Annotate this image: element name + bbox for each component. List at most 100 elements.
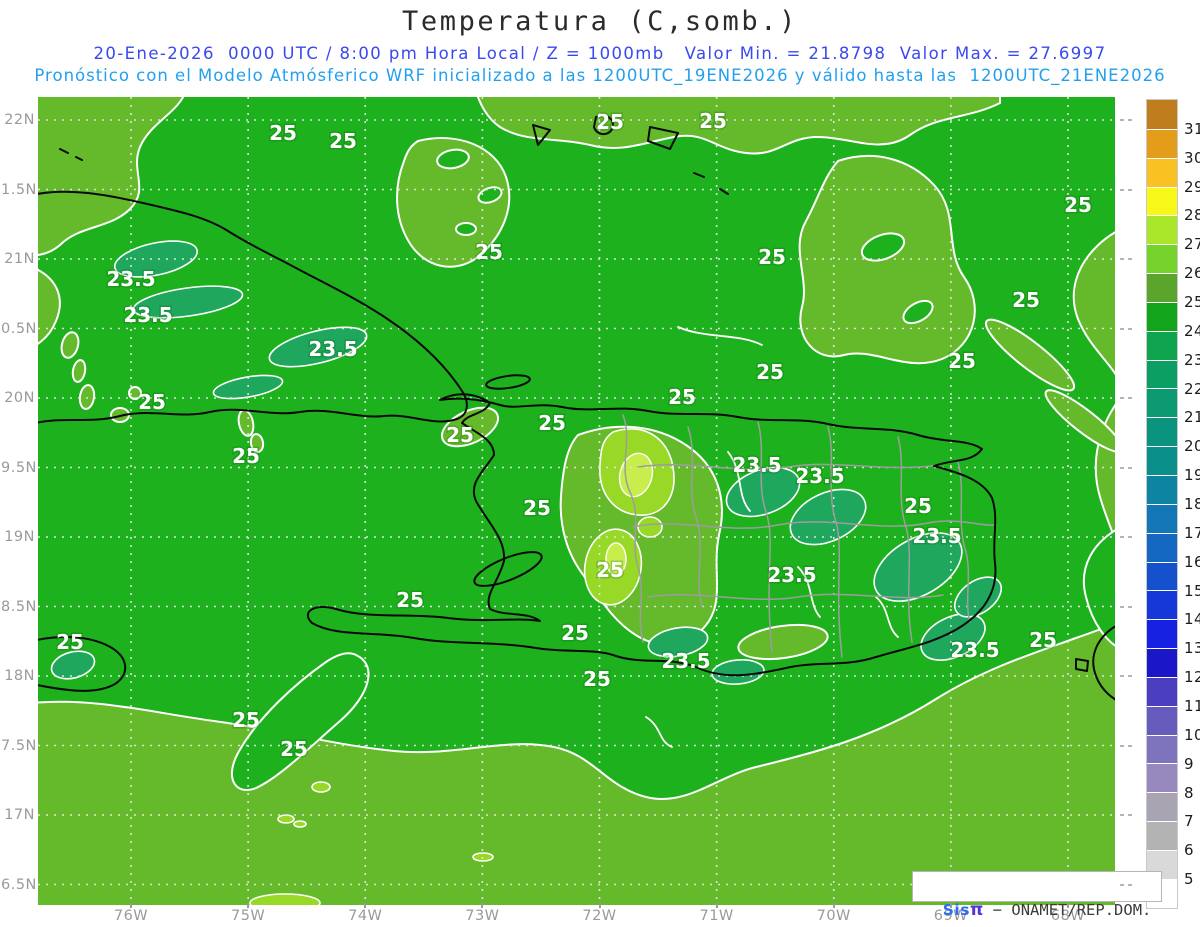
temperature-contour-map: 25 25 25 25 25 25 25 25 25 25 25 25 25 25 25 25 25 25 25 25…	[38, 97, 1115, 905]
contour-value-label: 25	[232, 444, 260, 468]
contour-value-label: 23.5	[123, 303, 172, 327]
colorbar-cell	[1147, 474, 1177, 504]
colorbar-cell	[1147, 359, 1177, 389]
watermark-separator: −	[983, 901, 1012, 919]
lon-tick-mark	[598, 903, 601, 908]
contour-value-label: 25	[396, 588, 424, 612]
colorbar-tick-label: 9	[1184, 754, 1195, 773]
contour-value-label: 25	[561, 621, 589, 645]
watermark-brand: Sis	[942, 901, 970, 919]
lon-tick-label: 72W	[582, 908, 617, 924]
contour-value-label: 25	[904, 494, 932, 518]
lon-tick-label: 71W	[699, 908, 734, 924]
colorbar-cell	[1147, 590, 1177, 620]
contour-value-label: 25	[329, 129, 357, 153]
lat-tick-mark	[1128, 536, 1132, 538]
lat-tick-mark	[1120, 397, 1124, 399]
colorbar-tick-label: 17	[1184, 523, 1200, 542]
colorbar-cell	[1147, 648, 1177, 677]
lat-tick-mark	[1120, 814, 1124, 816]
contour-value-label: 23.5	[767, 563, 816, 587]
page-title: Temperatura (C,somb.)	[402, 6, 798, 37]
watermark-org: ONAMET/REP.DOM.	[1011, 901, 1152, 919]
colorbar-tick-label: 20	[1184, 437, 1200, 456]
lon-tick-mark	[364, 903, 367, 908]
lat-tick-mark	[1128, 675, 1132, 677]
lat-tick-label: 0.5N	[1, 320, 37, 337]
contour-value-label: 25	[1029, 628, 1057, 652]
contour-value-label: 25	[596, 110, 624, 134]
lat-tick-label: 18N	[4, 668, 35, 684]
lat-tick-label: 9.5N	[1, 459, 37, 476]
subtitle-line-2: Pronóstico con el Modelo Atmósferico WRF…	[34, 66, 1166, 85]
colorbar-cell	[1147, 100, 1177, 129]
lat-tick-mark	[1120, 883, 1124, 886]
colorbar-cell	[1147, 446, 1177, 475]
contour-value-label: 25	[1064, 193, 1092, 217]
lat-tick-mark	[1128, 466, 1132, 469]
colorbar-tick-label: 6	[1184, 841, 1195, 860]
colorbar-tick-label: 18	[1184, 495, 1200, 513]
weather-map-page: Temperatura (C,somb.) 20-Ene-2026 0000 U…	[0, 0, 1200, 927]
colorbar-tick-label: 24	[1184, 321, 1200, 340]
contour-value-label: 25	[138, 390, 166, 414]
lat-tick-label: 8.5N	[1, 598, 37, 615]
colorbar-cell	[1147, 215, 1177, 245]
colorbar-cell	[1147, 763, 1177, 793]
lat-tick-label: 7.5N	[1, 737, 37, 754]
colorbar-cell	[1147, 128, 1177, 158]
lat-tick-mark	[1128, 605, 1132, 608]
lon-tick-mark	[247, 903, 250, 908]
lon-tick-mark	[832, 903, 835, 908]
colorbar-tick-label: 10	[1184, 725, 1200, 744]
lon-tick-label: 73W	[465, 908, 500, 924]
pi-symbol-icon: π	[969, 900, 984, 920]
colorbar: 31 30 29 28 27 26 25 24 23 22 21 20 19 18 17 16 15 14 13 12…	[1146, 99, 1200, 909]
contour-value-label: 25	[475, 240, 503, 264]
contour-value-label: 23.5	[912, 524, 961, 548]
contour-value-label: 23.5	[795, 464, 844, 488]
colorbar-cell	[1147, 734, 1177, 764]
lat-tick-mark	[1120, 675, 1124, 677]
colorbar-tick-label: 28	[1184, 206, 1200, 225]
lat-tick-mark	[1120, 188, 1124, 191]
colorbar-tick-label: 31	[1184, 119, 1200, 138]
lat-tick-label: 20N	[4, 390, 35, 406]
lat-tick-mark	[1120, 536, 1124, 538]
colorbar-tick-label: 25	[1184, 293, 1200, 311]
lat-tick-mark	[1120, 327, 1124, 330]
colorbar-tick-label: 21	[1184, 408, 1200, 427]
colorbar-tick-label: 8	[1184, 783, 1195, 802]
colorbar-tick-label: 14	[1184, 610, 1200, 629]
colorbar-cell	[1147, 388, 1177, 418]
contour-value-label: 25	[538, 411, 566, 435]
colorbar-cell	[1147, 821, 1177, 850]
lat-tick-mark	[1120, 605, 1124, 608]
contour-value-label: 23.5	[106, 267, 155, 291]
contour-value-label: 25	[232, 708, 260, 732]
lat-tick-mark	[1120, 744, 1124, 747]
lon-tick-mark	[1067, 903, 1069, 908]
contour-value-label: 25	[756, 360, 784, 384]
lat-tick-label: 22N	[4, 112, 35, 128]
colorbar-tick-label: 11	[1184, 697, 1200, 715]
lat-tick-label: 21N	[4, 251, 35, 267]
lat-tick-label: 19N	[4, 529, 35, 545]
colorbar-tick-label: 12	[1184, 668, 1200, 687]
lat-tick-mark	[1128, 119, 1132, 121]
colorbar-cell	[1147, 186, 1177, 216]
colorbar-cell	[1147, 532, 1177, 562]
contour-value-label: 25	[280, 737, 308, 761]
contour-value-label: 23.5	[732, 453, 781, 477]
colorbar-cell	[1147, 705, 1177, 735]
contour-value-label: 25	[583, 667, 611, 691]
colorbar-cell	[1147, 619, 1177, 649]
contour-value-label: 25	[1012, 288, 1040, 312]
contour-value-label: 25	[758, 245, 786, 269]
lat-tick-mark	[1128, 258, 1132, 260]
contour-value-label: 23.5	[661, 649, 710, 673]
contour-value-label: 25	[56, 630, 84, 654]
colorbar-tick-label: 30	[1184, 148, 1200, 167]
contour-value-label: 25	[668, 385, 696, 409]
contour-value-label: 25	[699, 109, 727, 133]
